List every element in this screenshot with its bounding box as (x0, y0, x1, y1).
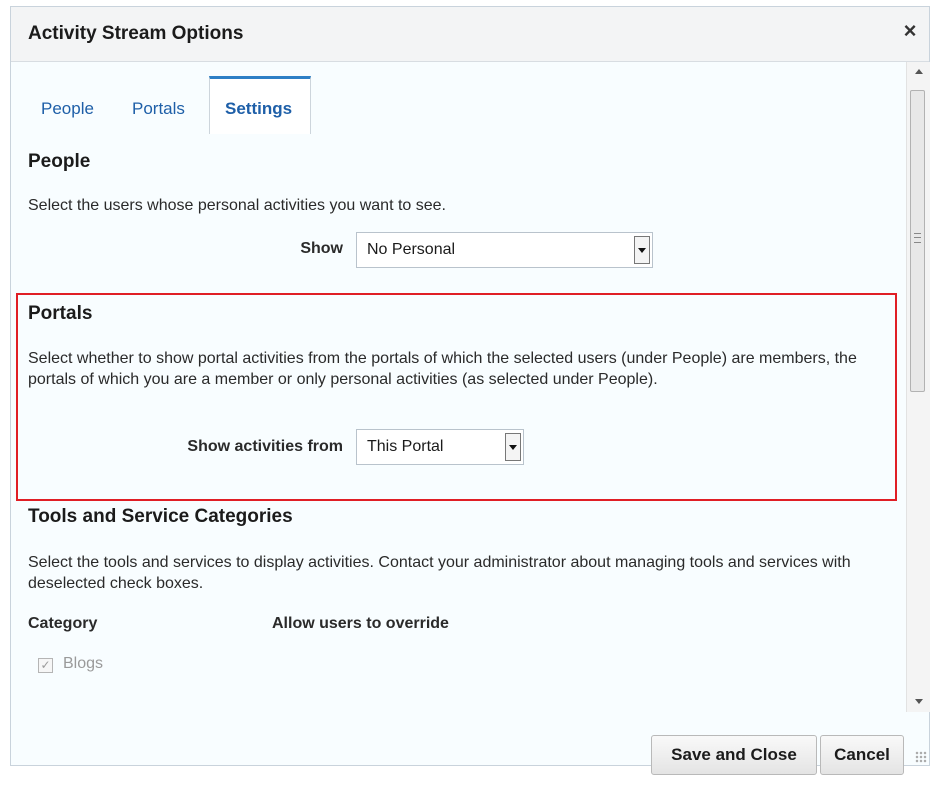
portals-show-value: This Portal (367, 438, 444, 455)
close-icon[interactable]: × (899, 19, 921, 43)
grip-icon (914, 233, 921, 243)
override-column-header: Allow users to override (272, 615, 449, 632)
show-activities-from-label: Show activities from (187, 438, 343, 455)
dialog-content: People Portals Settings People Select th… (11, 62, 905, 767)
people-description: Select the users whose personal activiti… (28, 197, 446, 214)
tab-portals[interactable]: Portals (132, 99, 185, 119)
blogs-label: Blogs (63, 655, 104, 672)
resize-grip-icon[interactable] (915, 751, 927, 763)
tab-settings-label: Settings (225, 99, 293, 118)
tools-heading: Tools and Service Categories (28, 506, 293, 527)
cancel-button[interactable]: Cancel (820, 735, 904, 775)
tab-settings[interactable]: Settings (209, 76, 311, 134)
scroll-up-icon[interactable] (907, 65, 930, 79)
save-and-close-button[interactable]: Save and Close (651, 735, 817, 775)
blogs-checkbox: ✓ (38, 658, 53, 673)
scrollbar-thumb[interactable] (910, 90, 925, 392)
portals-description: Select whether to show portal activities… (28, 350, 857, 388)
people-show-value: No Personal (367, 241, 456, 258)
chevron-down-icon[interactable] (634, 236, 650, 264)
people-show-select[interactable]: No Personal (356, 232, 653, 268)
tools-description: Select the tools and services to display… (28, 554, 851, 592)
portals-heading: Portals (28, 303, 93, 324)
tab-people[interactable]: People (41, 99, 94, 119)
people-heading: People (28, 151, 91, 172)
dialog-titlebar: Activity Stream Options × (11, 7, 929, 62)
tab-bar: People Portals Settings (11, 62, 905, 134)
portals-show-select[interactable]: This Portal (356, 429, 524, 465)
show-label: Show (300, 240, 343, 257)
vertical-scrollbar[interactable] (906, 62, 930, 712)
category-column-header: Category (28, 615, 98, 632)
dialog-title: Activity Stream Options (28, 23, 244, 44)
chevron-down-icon[interactable] (505, 433, 521, 461)
activity-stream-options-dialog: Activity Stream Options × People Portals… (10, 6, 930, 775)
scroll-down-icon[interactable] (907, 695, 930, 709)
portals-highlight-box (16, 293, 897, 501)
